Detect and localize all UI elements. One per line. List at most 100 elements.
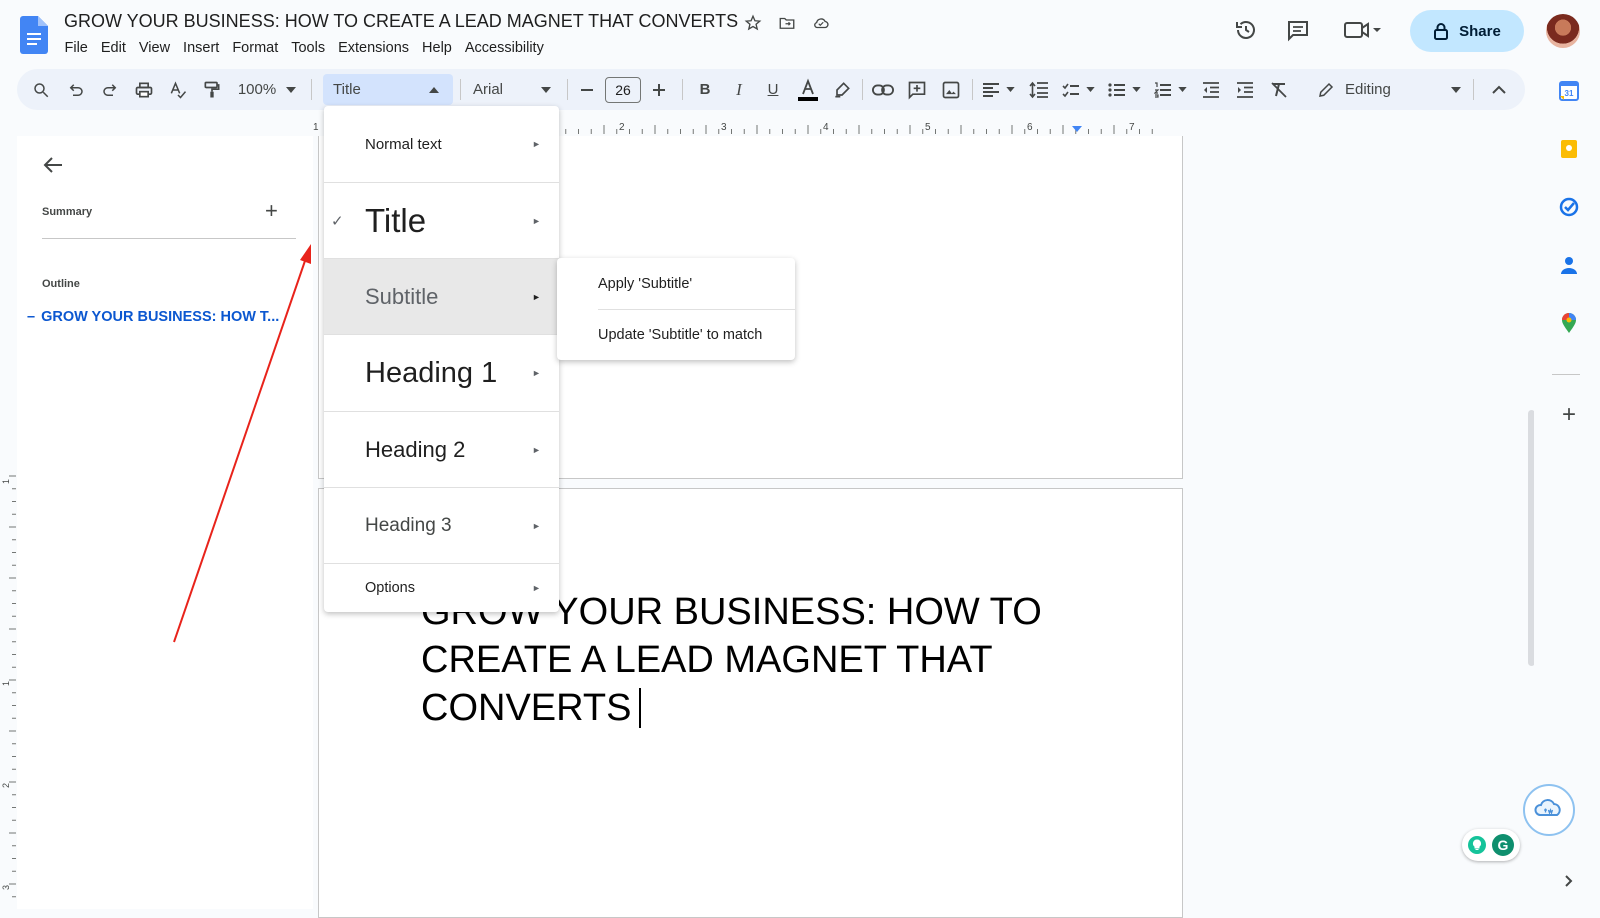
comments-icon[interactable] (1282, 16, 1314, 44)
maps-icon[interactable] (1558, 312, 1580, 334)
style-option-label: Heading 3 (365, 514, 452, 536)
menu-accessibility[interactable]: Accessibility (458, 38, 550, 58)
outline-heading: Outline (42, 278, 80, 290)
get-add-ons-icon[interactable]: + (1558, 401, 1580, 428)
submenu-arrow-icon: ► (532, 368, 541, 378)
style-option-subtitle[interactable]: Subtitle ► (324, 259, 559, 334)
style-option-heading-1[interactable]: Heading 1 ► (324, 335, 559, 411)
ruler-number: 3 (721, 122, 727, 133)
style-option-label: Heading 2 (365, 436, 466, 462)
vertical-ruler[interactable]: 1 1 2 3 (0, 470, 17, 909)
version-history-icon[interactable] (1230, 16, 1262, 44)
bulleted-list-select[interactable] (1105, 69, 1143, 110)
bold-icon[interactable]: B (692, 69, 718, 110)
divider (862, 79, 863, 100)
highlight-color-icon[interactable] (828, 69, 856, 110)
add-summary-icon[interactable]: + (265, 198, 278, 224)
submenu-arrow-icon: ► (532, 291, 541, 302)
clear-formatting-icon[interactable] (1265, 69, 1293, 110)
tasks-icon[interactable] (1558, 196, 1580, 218)
menu-extensions[interactable]: Extensions (332, 38, 416, 58)
text-color-icon[interactable] (794, 69, 822, 110)
show-side-panel-icon[interactable] (1558, 870, 1580, 892)
print-icon[interactable] (130, 69, 158, 110)
editing-mode-label: Editing (1345, 81, 1391, 98)
editing-mode-select[interactable]: Editing (1317, 69, 1467, 110)
checklist-select[interactable] (1059, 69, 1097, 110)
search-menus-icon[interactable] (27, 69, 55, 110)
divider (1473, 79, 1474, 100)
lightbulb-icon (1468, 836, 1486, 854)
font-select[interactable]: Arial (467, 69, 557, 110)
numbered-list-select[interactable] (1151, 69, 1189, 110)
ruler-number: 4 (823, 122, 829, 133)
meet-icon[interactable] (1340, 16, 1386, 44)
menu-file[interactable]: File (58, 38, 94, 58)
text-cursor (639, 688, 642, 728)
style-option-label: Subtitle (365, 283, 439, 309)
font-size-input[interactable]: 26 (605, 77, 641, 103)
calendar-icon[interactable]: 31 (1558, 80, 1580, 102)
decrease-font-size-icon[interactable] (575, 69, 599, 110)
menu-view[interactable]: View (132, 38, 176, 58)
zoom-value: 100% (237, 81, 277, 98)
chevron-down-icon (286, 86, 297, 93)
share-label: Share (1459, 22, 1501, 40)
divider (1552, 374, 1580, 375)
style-option-label: Title (365, 201, 427, 239)
tweakr-extension-icon[interactable] (1523, 784, 1575, 836)
keep-icon[interactable] (1558, 138, 1580, 160)
align-select[interactable] (979, 69, 1017, 110)
apply-subtitle-item[interactable]: Apply 'Subtitle' (598, 276, 692, 292)
divider (972, 79, 973, 100)
toolbar: 100% Title Arial 26 B I U Editing (17, 69, 1525, 110)
outline-item[interactable]: – GROW YOUR BUSINESS: HOW T... (27, 309, 279, 325)
increase-font-size-icon[interactable] (647, 69, 671, 110)
paragraph-style-select[interactable]: Title (323, 74, 453, 105)
outline-dash: – (27, 309, 36, 325)
document-title[interactable]: GROW YOUR BUSINESS: HOW TO CREATE A LEAD… (64, 11, 738, 32)
style-option-title[interactable]: ✓ Title ► (324, 183, 559, 258)
decrease-indent-icon[interactable] (1197, 69, 1225, 110)
underline-icon[interactable]: U (760, 69, 786, 110)
style-option-normal-text[interactable]: Normal text ► (324, 106, 559, 182)
style-option-heading-3[interactable]: Heading 3 ► (324, 488, 559, 563)
docs-logo-icon[interactable] (20, 16, 48, 54)
menu-tools[interactable]: Tools (285, 38, 332, 58)
update-subtitle-item[interactable]: Update 'Subtitle' to match (598, 327, 762, 343)
line-spacing-icon[interactable] (1025, 69, 1053, 110)
grammarly-widget[interactable]: G (1462, 829, 1520, 861)
share-button[interactable]: Share (1410, 10, 1524, 52)
paint-format-icon[interactable] (198, 69, 226, 110)
increase-indent-icon[interactable] (1231, 69, 1259, 110)
lock-icon (1434, 23, 1449, 40)
menu-insert[interactable]: Insert (177, 38, 226, 58)
star-icon[interactable] (742, 12, 764, 34)
menu-bar: File Edit View Insert Format Tools Exten… (58, 38, 550, 58)
ruler-number: 7 (1129, 122, 1135, 133)
arrow-back-icon[interactable] (42, 154, 64, 176)
undo-icon[interactable] (62, 69, 90, 110)
menu-help[interactable]: Help (416, 38, 459, 58)
redo-icon[interactable] (96, 69, 124, 110)
spellcheck-icon[interactable] (164, 69, 192, 110)
move-folder-icon[interactable] (776, 12, 798, 34)
submenu-arrow-icon: ► (532, 444, 541, 455)
avatar[interactable] (1546, 14, 1580, 48)
ruler-number: 6 (1027, 122, 1033, 133)
insert-link-icon[interactable] (869, 69, 897, 110)
style-option-heading-2[interactable]: Heading 2 ► (324, 412, 559, 487)
menu-format[interactable]: Format (226, 38, 285, 58)
hide-menus-icon[interactable] (1485, 69, 1513, 110)
style-option-label: Normal text (365, 135, 442, 153)
insert-image-icon[interactable] (937, 69, 965, 110)
add-comment-icon[interactable] (903, 69, 931, 110)
style-option-options[interactable]: Options ► (324, 564, 559, 612)
cloud-saved-icon[interactable] (810, 12, 832, 34)
italic-icon[interactable]: I (726, 69, 752, 110)
zoom-select[interactable]: 100% (232, 69, 302, 110)
contacts-icon[interactable] (1558, 254, 1580, 276)
submenu-arrow-icon: ► (532, 215, 541, 226)
side-panel: 31 + (1534, 66, 1600, 909)
menu-edit[interactable]: Edit (94, 38, 132, 58)
